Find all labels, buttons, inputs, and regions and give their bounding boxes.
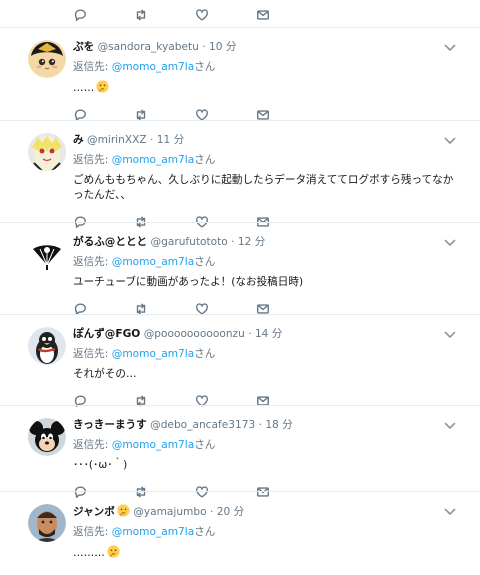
- reply-context: 返信先: @momo_am7laさん: [73, 347, 458, 361]
- reply-prefix: 返信先:: [73, 348, 109, 360]
- previous-tweet-actions: [0, 0, 317, 30]
- tweet-content: ジャンボ @yamajumbo · 20 分 返信先: @momo_am7laさ…: [73, 504, 458, 561]
- tweet-body: ………: [73, 547, 105, 559]
- display-name-text: ジャンボ: [73, 506, 115, 518]
- tweet-header: ジャンボ @yamajumbo · 20 分: [73, 504, 458, 519]
- thinking-emoji-icon: [107, 545, 120, 558]
- tweet-text: ･･･(･ω･｀): [73, 459, 128, 471]
- tweet-header: ぽんず@FGO @poooooooooonzu · 14 分: [73, 327, 458, 341]
- timestamp[interactable]: 20 分: [217, 506, 244, 518]
- display-name[interactable]: ぷを: [73, 41, 94, 53]
- avatar[interactable]: [28, 40, 66, 78]
- tweet[interactable]: ぽんず@FGO @poooooooooonzu · 14 分 返信先: @mom…: [0, 314, 480, 407]
- reply-context: 返信先: @momo_am7laさん: [73, 153, 458, 167]
- tweet[interactable]: ジャンボ @yamajumbo · 20 分 返信先: @momo_am7laさ…: [0, 491, 480, 575]
- tweet-header: み @mirinXXZ · 11 分: [73, 133, 458, 147]
- tweet-text: ごめんももちゃん、久しぶりに起動したらデータ消えててログボすら残ってなかったんだ…: [73, 174, 454, 201]
- reply-prefix: 返信先:: [73, 154, 109, 166]
- avatar[interactable]: [28, 327, 66, 365]
- timestamp[interactable]: 11 分: [157, 134, 184, 146]
- tweet[interactable]: きっきーまうす @debo_ancafe3173 · 18 分 返信先: @mo…: [0, 405, 480, 498]
- reply-suffix: さん: [194, 526, 216, 538]
- reply-suffix: さん: [194, 256, 216, 268]
- reply-suffix: さん: [194, 439, 216, 451]
- avatar[interactable]: [28, 235, 66, 273]
- separator-dot: ·: [202, 41, 206, 53]
- tweet-text: ………: [73, 545, 458, 561]
- separator-dot: ·: [248, 328, 252, 340]
- mention-link[interactable]: @momo_am7la: [112, 154, 194, 166]
- reply-suffix: さん: [194, 348, 216, 360]
- retweet-button[interactable]: [134, 5, 195, 25]
- display-name[interactable]: ぽんず@FGO: [73, 328, 140, 340]
- reply-context: 返信先: @momo_am7laさん: [73, 60, 458, 74]
- reply-prefix: 返信先:: [73, 61, 109, 73]
- reply-suffix: さん: [194, 154, 216, 166]
- reply-context: 返信先: @momo_am7laさん: [73, 255, 458, 269]
- thinking-emoji-icon: [96, 80, 109, 93]
- thinking-emoji-icon: [117, 504, 130, 517]
- user-handle[interactable]: @mirinXXZ: [87, 134, 147, 146]
- user-handle[interactable]: @yamajumbo: [133, 506, 206, 518]
- dm-button[interactable]: [256, 5, 317, 25]
- avatar[interactable]: [28, 418, 66, 456]
- display-name[interactable]: み: [73, 134, 84, 146]
- tweet[interactable]: がるふ@ととと @garufutototo · 12 分 返信先: @momo_…: [0, 222, 480, 315]
- tweet[interactable]: み @mirinXXZ · 11 分 返信先: @momo_am7laさん ごめ…: [0, 120, 480, 228]
- avatar[interactable]: [28, 133, 66, 171]
- reply-context: 返信先: @momo_am7laさん: [73, 438, 458, 452]
- user-handle[interactable]: @debo_ancafe3173: [150, 419, 255, 431]
- like-button[interactable]: [195, 5, 256, 25]
- tweet-text: それがその…: [73, 368, 137, 380]
- dm-icon: [257, 10, 269, 20]
- timestamp[interactable]: 12 分: [238, 236, 265, 248]
- timestamp[interactable]: 18 分: [265, 419, 292, 431]
- avatar[interactable]: [28, 504, 66, 542]
- reply-prefix: 返信先:: [73, 439, 109, 451]
- user-handle[interactable]: @garufutototo: [151, 236, 228, 248]
- reply-prefix: 返信先:: [73, 256, 109, 268]
- user-handle[interactable]: @poooooooooonzu: [144, 328, 245, 340]
- tweet-content: ぽんず@FGO @poooooooooonzu · 14 分 返信先: @mom…: [73, 327, 458, 416]
- retweet-icon: [136, 9, 146, 21]
- separator-dot: ·: [258, 419, 262, 431]
- reply-context: 返信先: @momo_am7laさん: [73, 525, 458, 539]
- tweet-text: ユーチューブに動画があったよ！(なお投稿日時): [73, 276, 304, 288]
- reply-icon: [74, 9, 86, 21]
- separator-dot: ·: [209, 506, 214, 518]
- tweet-body: ……: [73, 82, 95, 94]
- separator-dot: ·: [231, 236, 235, 248]
- display-name[interactable]: ジャンボ: [73, 504, 130, 518]
- tweet-content: がるふ@ととと @garufutototo · 12 分 返信先: @momo_…: [73, 235, 458, 324]
- mention-link[interactable]: @momo_am7la: [112, 439, 194, 451]
- mention-link[interactable]: @momo_am7la: [112, 526, 194, 538]
- tweet-header: がるふ@ととと @garufutototo · 12 分: [73, 235, 458, 249]
- tweet-content: ぷを @sandora_kyabetu · 10 分 返信先: @momo_am…: [73, 40, 458, 130]
- timestamp[interactable]: 14 分: [255, 328, 282, 340]
- display-name[interactable]: がるふ@ととと: [73, 236, 147, 248]
- display-name[interactable]: きっきーまうす: [73, 419, 147, 431]
- user-handle[interactable]: @sandora_kyabetu: [98, 41, 199, 53]
- reply-prefix: 返信先:: [73, 526, 109, 538]
- tweet[interactable]: ぷを @sandora_kyabetu · 10 分 返信先: @momo_am…: [0, 27, 480, 121]
- tweet-text: ……: [73, 80, 458, 96]
- tweet-header: ぷを @sandora_kyabetu · 10 分: [73, 40, 458, 54]
- reply-button[interactable]: [73, 5, 134, 25]
- reply-suffix: さん: [194, 61, 216, 73]
- mention-link[interactable]: @momo_am7la: [112, 61, 194, 73]
- tweet-header: きっきーまうす @debo_ancafe3173 · 18 分: [73, 418, 458, 432]
- separator-dot: ·: [150, 134, 154, 146]
- mention-link[interactable]: @momo_am7la: [112, 256, 194, 268]
- timestamp[interactable]: 10 分: [209, 41, 236, 53]
- like-icon: [196, 9, 208, 21]
- mention-link[interactable]: @momo_am7la: [112, 348, 194, 360]
